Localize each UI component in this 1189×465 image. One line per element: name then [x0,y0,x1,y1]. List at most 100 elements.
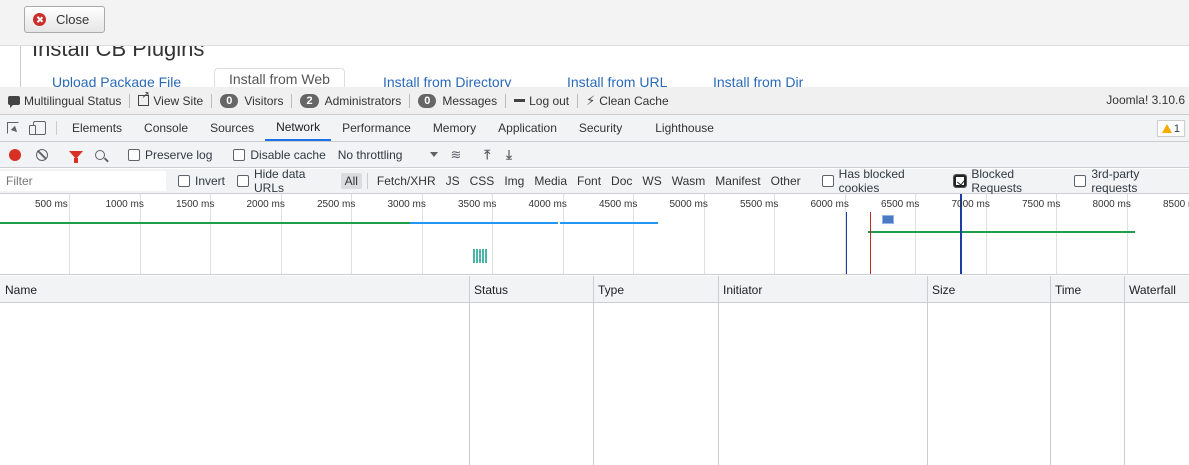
third-party-requests-checkbox[interactable]: 3rd-party requests [1068,167,1189,195]
type-filter-js[interactable]: JS [442,173,464,189]
clean-cache-label: Clean Cache [599,93,669,108]
tab-console[interactable]: Console [133,115,199,141]
tab-install-dir[interactable]: Install from Dir [713,74,803,87]
third-party-label: 3rd-party requests [1091,167,1140,195]
invert-checkbox[interactable]: Invert [172,174,231,188]
checkbox-checked[interactable] [953,174,968,188]
record-button[interactable] [9,148,21,161]
logout-link[interactable]: Log out [506,93,579,108]
filter-icon[interactable] [69,150,83,163]
throttling-value: No throttling [337,147,403,162]
tab-elements[interactable]: Elements [61,115,133,141]
checkbox[interactable] [1074,175,1087,187]
timeline-gridline [69,194,70,274]
page-content: Install CB Plugins Upload Package File I… [0,46,1189,87]
type-filter-fetch-xhr[interactable]: Fetch/XHR [373,173,440,189]
divider [56,121,57,135]
checkbox[interactable] [233,148,246,161]
tab-security[interactable]: Security [568,115,633,141]
tab-install-web[interactable]: Install from Web [214,68,345,87]
view-site-link[interactable]: View Site [130,90,213,108]
timeline-tick-label: 7500 ms [1022,199,1061,210]
multilingual-status[interactable]: Multilingual Status [0,93,131,108]
timeline-tick-label: 2500 ms [317,199,356,210]
checkbox[interactable] [237,175,250,187]
tab-memory[interactable]: Memory [422,115,487,141]
tab-install-url[interactable]: Install from URL [567,74,667,87]
throttling-select[interactable]: No throttling [332,148,445,162]
type-filter-ws[interactable]: WS [638,173,665,189]
admins-label: Administrators [324,93,402,108]
timeline-blue-bar [560,222,658,224]
search-icon[interactable] [95,149,105,160]
messages-count-badge: 0 [418,93,437,108]
column-time[interactable]: Time [1050,276,1081,303]
tab-network[interactable]: Network [265,115,332,141]
hide-data-urls-checkbox[interactable]: Hide data URLs [231,167,340,195]
timeline-green-bar [868,231,1135,233]
import-har-icon[interactable]: ⤒ [484,147,490,163]
column-status[interactable]: Status [469,276,508,303]
tab-lighthouse[interactable]: Lighthouse [633,115,725,141]
checkbox[interactable] [128,148,140,161]
clean-cache-link[interactable]: ⚡ Clean Cache [578,92,677,108]
type-filter-media[interactable]: Media [530,173,571,189]
column-divider[interactable] [1050,276,1051,465]
column-divider[interactable] [593,276,594,465]
checkbox[interactable] [178,175,190,187]
has-blocked-cookies-checkbox[interactable]: Has blocked cookies [816,167,949,195]
tab-sources[interactable]: Sources [199,115,265,141]
invert-label: Invert [195,174,226,188]
device-toolbar-button[interactable] [26,115,52,141]
close-button[interactable]: Close [24,6,105,33]
timeline-tick-label: 3000 ms [387,199,426,210]
column-initiator[interactable]: Initiator [718,276,762,303]
timeline-tick-label: 7000 ms [951,199,990,210]
column-divider[interactable] [1124,276,1125,465]
timeline-blue-bar [410,222,558,224]
filter-input[interactable] [0,171,166,191]
column-waterfall[interactable]: Waterfall [1124,276,1176,303]
hide-data-urls-label: Hide data URLs [254,167,306,195]
divider [366,173,368,189]
filter-bar: Invert Hide data URLs All Fetch/XHR JS C… [0,167,1189,195]
broom-icon: ⚡ [586,92,596,108]
tab-upload-package[interactable]: Upload Package File [52,74,181,87]
type-filter-wasm[interactable]: Wasm [668,173,710,189]
type-filter-doc[interactable]: Doc [607,173,636,189]
column-type[interactable]: Type [593,276,624,303]
type-filter-css[interactable]: CSS [466,173,499,189]
messages-status[interactable]: 0 Messages [410,93,507,108]
type-filter-manifest[interactable]: Manifest [711,173,764,189]
checkbox[interactable] [821,175,834,187]
timeline-tick-label: 6000 ms [810,199,849,210]
preserve-log-checkbox[interactable]: Preserve log [122,148,218,162]
export-har-icon[interactable]: ⤓ [506,147,512,163]
timeline-tick-label: 500 ms [35,199,68,210]
column-divider[interactable] [927,276,928,465]
network-overview-timeline[interactable]: 500 ms 1000 ms 1500 ms 2000 ms 2500 ms 3000 m… [0,194,1189,275]
column-divider[interactable] [718,276,719,465]
network-conditions-icon[interactable]: ≋ [450,147,461,163]
tab-application[interactable]: Application [487,115,568,141]
column-size[interactable]: Size [927,276,955,303]
type-filter-font[interactable]: Font [573,173,605,189]
view-site-label: View Site [153,93,204,108]
warnings-badge[interactable]: 1 [1156,120,1185,137]
column-divider[interactable] [469,276,470,465]
type-filter-all[interactable]: All [340,173,362,189]
disable-cache-checkbox[interactable]: Disable cache [227,148,331,162]
clear-icon[interactable] [36,148,48,161]
chevron-down-icon [430,152,439,157]
type-filter-img[interactable]: Img [500,173,528,189]
type-filter-other[interactable]: Other [767,173,805,189]
tab-performance[interactable]: Performance [331,115,422,141]
tab-install-directory[interactable]: Install from Directory [383,74,511,87]
blocked-requests-checkbox[interactable]: Blocked Requests [948,167,1068,195]
column-name[interactable]: Name [0,276,37,303]
warning-count: 1 [1173,122,1180,135]
inspect-element-button[interactable] [0,115,26,141]
timeline-tick-label: 5500 ms [740,199,779,210]
visitors-status[interactable]: 0 Visitors [212,93,293,108]
administrators-status[interactable]: 2 Administrators [292,93,411,108]
